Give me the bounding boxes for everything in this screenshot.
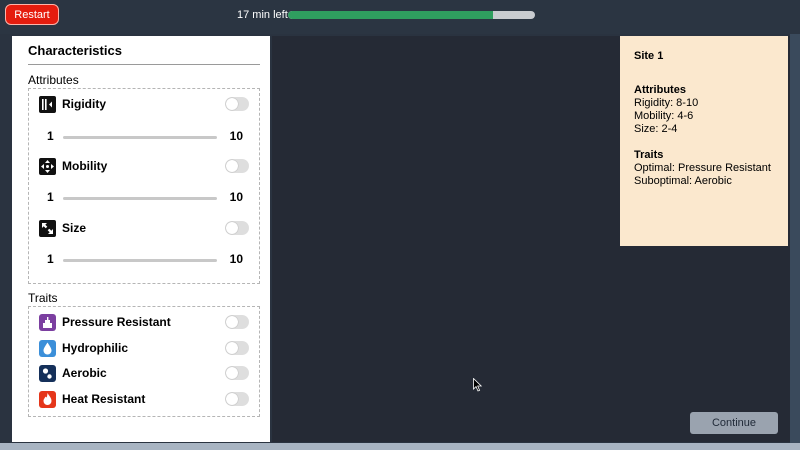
trait-name: Hydrophilic bbox=[62, 341, 129, 355]
toggle-knob bbox=[226, 160, 238, 172]
range-min: 1 bbox=[47, 129, 54, 143]
time-progress-bar bbox=[288, 11, 535, 19]
attribute-name: Size bbox=[62, 221, 87, 235]
pressure-resistant-toggle[interactable] bbox=[225, 315, 249, 329]
mobility-toggle[interactable] bbox=[225, 159, 249, 173]
hydrophilic-toggle[interactable] bbox=[225, 341, 249, 355]
toggle-knob bbox=[226, 222, 238, 234]
attributes-section-label: Attributes bbox=[28, 73, 79, 87]
title-divider bbox=[28, 64, 260, 65]
trait-name: Pressure Resistant bbox=[62, 315, 171, 329]
time-left-label: 17 min left bbox=[237, 9, 288, 21]
site-title: Site 1 bbox=[634, 50, 664, 62]
window-right-edge bbox=[790, 34, 800, 443]
trait-row-aerobic: Aerobic bbox=[39, 364, 249, 384]
site-traits-block: Traits Optimal: Pressure Resistant Subop… bbox=[634, 149, 774, 188]
heat-resistant-toggle[interactable] bbox=[225, 392, 249, 406]
toggle-knob bbox=[226, 367, 238, 379]
site-attributes-heading: Attributes bbox=[634, 84, 686, 96]
panel-title: Characteristics bbox=[28, 43, 122, 58]
mobility-slider[interactable] bbox=[63, 197, 217, 200]
trait-name: Aerobic bbox=[62, 366, 107, 380]
mobility-range: 1 10 bbox=[39, 190, 249, 206]
top-bar: Restart 17 min left bbox=[0, 0, 800, 34]
site-attribute-line: Rigidity: 8-10 bbox=[634, 97, 699, 109]
window-bottom-edge bbox=[0, 443, 800, 450]
time-progress-fill bbox=[288, 11, 493, 19]
site-attributes-block: Attributes Rigidity: 8-10 Mobility: 4-6 … bbox=[634, 84, 774, 136]
attribute-row-mobility: Mobility bbox=[39, 157, 249, 177]
bubbles-icon bbox=[39, 365, 56, 382]
toggle-knob bbox=[226, 98, 238, 110]
water-drop-icon bbox=[39, 340, 56, 357]
range-max: 10 bbox=[229, 190, 243, 204]
mobility-icon bbox=[39, 158, 56, 175]
size-slider[interactable] bbox=[63, 259, 217, 262]
toggle-knob bbox=[226, 393, 238, 405]
toggle-knob bbox=[226, 342, 238, 354]
site-attribute-line: Mobility: 4-6 bbox=[634, 110, 694, 122]
rigidity-range: 1 10 bbox=[39, 129, 249, 145]
site-trait-line: Optimal: Pressure Resistant bbox=[634, 162, 771, 174]
range-min: 1 bbox=[47, 252, 54, 266]
site-traits-heading: Traits bbox=[634, 149, 664, 161]
trait-name: Heat Resistant bbox=[62, 392, 146, 406]
flame-icon bbox=[39, 391, 56, 408]
attributes-group: Rigidity 1 10 Mobility 1 10 Size 1 10 bbox=[28, 88, 260, 284]
rigidity-toggle[interactable] bbox=[225, 97, 249, 111]
traits-group: Pressure Resistant Hydrophilic Aerobic H… bbox=[28, 306, 260, 417]
site-info-card: Site 1 Attributes Rigidity: 8-10 Mobilit… bbox=[620, 36, 788, 246]
pressure-icon bbox=[39, 314, 56, 331]
size-range: 1 10 bbox=[39, 252, 249, 268]
size-toggle[interactable] bbox=[225, 221, 249, 235]
size-icon bbox=[39, 220, 56, 237]
attribute-row-rigidity: Rigidity bbox=[39, 95, 249, 115]
toggle-knob bbox=[226, 316, 238, 328]
range-max: 10 bbox=[229, 129, 243, 143]
rigidity-icon bbox=[39, 96, 56, 113]
range-min: 1 bbox=[47, 190, 54, 204]
characteristics-panel: Characteristics Attributes Rigidity 1 10 bbox=[12, 36, 270, 442]
rigidity-slider[interactable] bbox=[63, 136, 217, 139]
traits-section-label: Traits bbox=[28, 291, 58, 305]
site-attribute-line: Size: 2-4 bbox=[634, 123, 678, 135]
restart-button[interactable]: Restart bbox=[5, 4, 59, 25]
attribute-name: Rigidity bbox=[62, 97, 106, 111]
trait-row-heat-resistant: Heat Resistant bbox=[39, 390, 249, 410]
continue-button[interactable]: Continue bbox=[690, 412, 778, 434]
site-trait-line: Suboptimal: Aerobic bbox=[634, 175, 732, 187]
trait-row-pressure-resistant: Pressure Resistant bbox=[39, 313, 249, 333]
attribute-name: Mobility bbox=[62, 159, 108, 173]
aerobic-toggle[interactable] bbox=[225, 366, 249, 380]
trait-row-hydrophilic: Hydrophilic bbox=[39, 339, 249, 359]
range-max: 10 bbox=[229, 252, 243, 266]
attribute-row-size: Size bbox=[39, 219, 249, 239]
mouse-pointer-icon bbox=[473, 378, 483, 392]
